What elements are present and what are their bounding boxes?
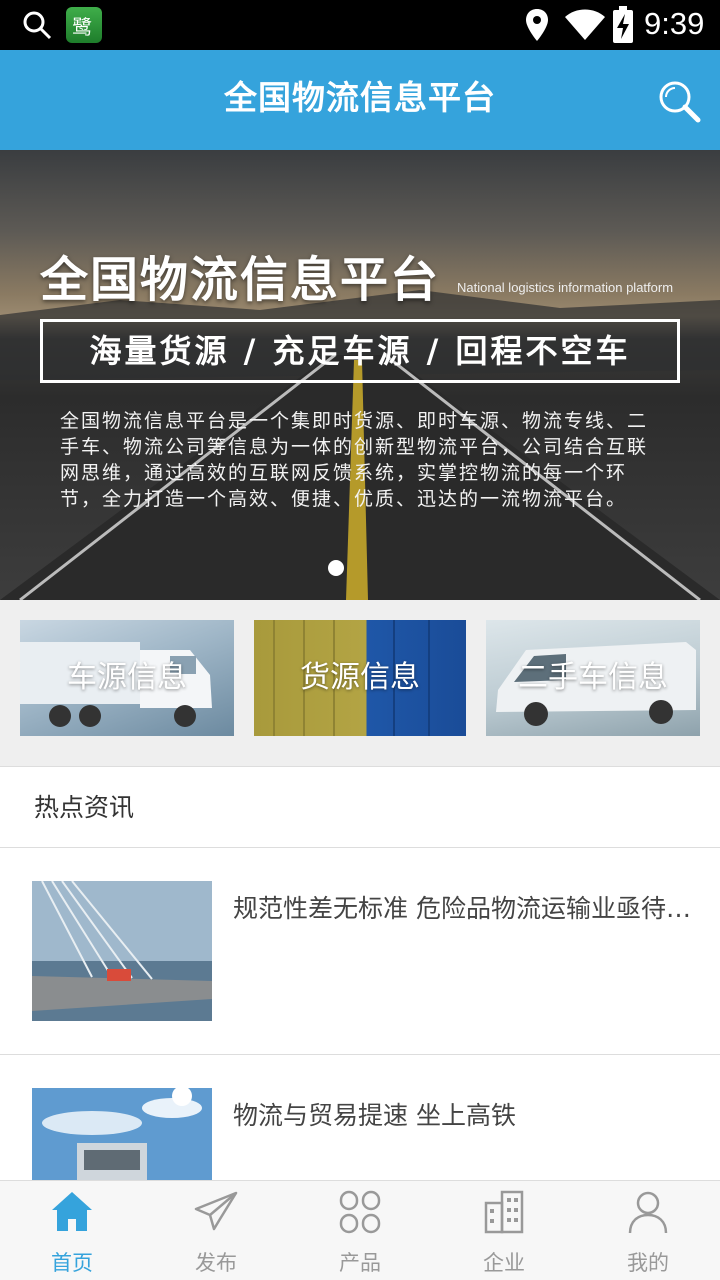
status-bar: 鹭 9:39 <box>0 0 720 50</box>
category-label: 二手车信息 <box>518 660 668 695</box>
home-icon <box>52 1192 92 1231</box>
tab-enterprise[interactable]: 企业 <box>432 1181 576 1280</box>
category-label: 车源信息 <box>67 660 187 695</box>
news-thumbnail <box>32 1088 212 1180</box>
news-heading: 热点资讯 <box>34 793 135 822</box>
category-section: 车源信息 货源信息 二手车信息 <box>0 600 720 766</box>
news-section-header: 热点资讯 <box>0 766 720 848</box>
page-title: 全国物流信息平台 <box>224 78 496 117</box>
hero-banner[interactable]: 全国物流信息平台 National logistics information … <box>0 150 720 600</box>
tab-label: 企业 <box>483 1251 525 1275</box>
search-icon <box>23 11 52 40</box>
app-header: 全国物流信息平台 <box>0 50 720 150</box>
banner-description: 全国物流信息平台是一个集即时货源、即时车源、物流专线、二手车、物流公司等信息为一… <box>60 410 649 510</box>
building-icon <box>484 1190 524 1234</box>
tab-label: 首页 <box>51 1251 93 1275</box>
tab-mine[interactable]: 我的 <box>576 1181 720 1280</box>
battery-charging-icon <box>613 6 633 43</box>
send-icon <box>194 1191 238 1231</box>
truck-sky-image <box>32 1088 212 1180</box>
tab-label: 产品 <box>339 1251 381 1275</box>
grid-icon <box>339 1190 381 1234</box>
news-title: 规范性差无标准 危险品物流运输业亟待整改 <box>233 894 693 923</box>
tab-products[interactable]: 产品 <box>288 1181 432 1280</box>
bottom-tab-bar: 首页 发布 产品 企业 我的 <box>0 1180 720 1280</box>
news-title: 物流与贸易提速 坐上高铁 <box>233 1101 516 1130</box>
banner-subtitle: National logistics information platform <box>457 280 674 295</box>
category-used-vehicle[interactable]: 二手车信息 <box>486 620 700 736</box>
app-notification-icon: 鹭 <box>66 7 102 43</box>
tab-home[interactable]: 首页 <box>0 1181 144 1280</box>
bridge-image <box>32 881 212 1021</box>
news-item[interactable]: 物流与贸易提速 坐上高铁 <box>0 1056 720 1180</box>
app-icon-glyph: 鹭 <box>72 15 92 39</box>
category-vehicle-source[interactable]: 车源信息 <box>20 620 234 736</box>
wifi-icon <box>565 9 605 40</box>
banner-title: 全国物流信息平台 <box>40 252 441 308</box>
carousel-indicator[interactable] <box>328 560 344 576</box>
tab-label: 我的 <box>627 1251 669 1275</box>
banner-slogan: 海量货源 / 充足车源 / 回程不空车 <box>40 319 680 383</box>
search-button[interactable] <box>656 78 702 124</box>
location-icon <box>526 9 548 41</box>
clock: 9:39 <box>644 6 705 41</box>
user-icon <box>628 1191 668 1234</box>
tab-publish[interactable]: 发布 <box>144 1181 288 1280</box>
tab-label: 发布 <box>195 1251 237 1275</box>
category-cargo-source[interactable]: 货源信息 <box>254 620 466 736</box>
category-label: 货源信息 <box>300 660 420 695</box>
news-item[interactable]: 规范性差无标准 危险品物流运输业亟待整改 <box>0 849 720 1055</box>
news-thumbnail <box>32 881 212 1021</box>
